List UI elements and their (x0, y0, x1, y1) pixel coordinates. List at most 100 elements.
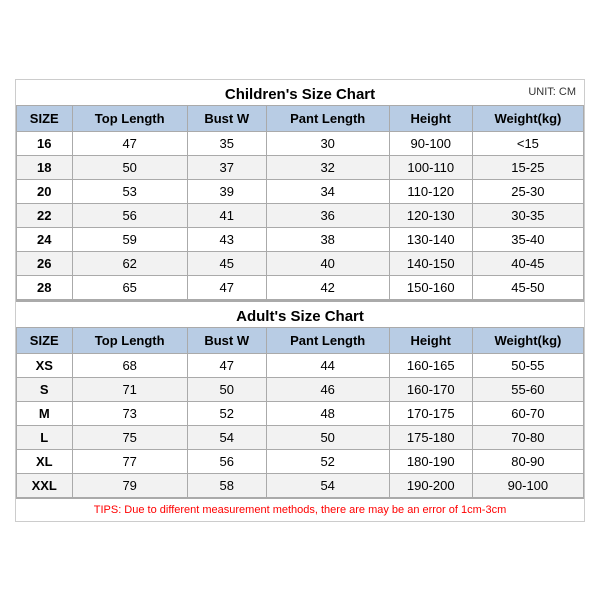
adult-header-pant-length: Pant Length (266, 327, 389, 353)
size-cell: 18 (17, 155, 73, 179)
children-section-title: Children's Size Chart UNIT: CM (16, 80, 584, 105)
data-cell: 15-25 (472, 155, 583, 179)
header-size: SIZE (17, 105, 73, 131)
children-title-text: Children's Size Chart (225, 86, 375, 103)
data-cell: 60-70 (472, 401, 583, 425)
adult-header-size: SIZE (17, 327, 73, 353)
data-cell: 48 (266, 401, 389, 425)
adult-table-row: XS684744160-16550-55 (17, 353, 584, 377)
data-cell: 90-100 (389, 131, 472, 155)
data-cell: 32 (266, 155, 389, 179)
data-cell: 30 (266, 131, 389, 155)
data-cell: 44 (266, 353, 389, 377)
size-cell: 28 (17, 275, 73, 299)
data-cell: 40-45 (472, 251, 583, 275)
size-cell: S (17, 377, 73, 401)
data-cell: 50 (72, 155, 187, 179)
data-cell: 52 (266, 449, 389, 473)
data-cell: 50-55 (472, 353, 583, 377)
size-cell: XL (17, 449, 73, 473)
children-table-row: 22564136120-13030-35 (17, 203, 584, 227)
data-cell: 47 (187, 275, 266, 299)
data-cell: 50 (266, 425, 389, 449)
size-cell: XXL (17, 473, 73, 497)
size-chart-container: Children's Size Chart UNIT: CM SIZE Top … (15, 79, 585, 522)
data-cell: 71 (72, 377, 187, 401)
size-cell: 22 (17, 203, 73, 227)
data-cell: 35 (187, 131, 266, 155)
data-cell: 180-190 (389, 449, 472, 473)
data-cell: 34 (266, 179, 389, 203)
data-cell: 42 (266, 275, 389, 299)
unit-label: UNIT: CM (528, 86, 576, 98)
data-cell: 53 (72, 179, 187, 203)
data-cell: 120-130 (389, 203, 472, 227)
size-cell: 24 (17, 227, 73, 251)
size-cell: M (17, 401, 73, 425)
data-cell: 47 (72, 131, 187, 155)
children-size-table: SIZE Top Length Bust W Pant Length Heigh… (16, 105, 584, 300)
adult-header-bust-w: Bust W (187, 327, 266, 353)
size-cell: XS (17, 353, 73, 377)
adult-table-row: XL775652180-19080-90 (17, 449, 584, 473)
children-table-row: 26624540140-15040-45 (17, 251, 584, 275)
data-cell: <15 (472, 131, 583, 155)
data-cell: 36 (266, 203, 389, 227)
data-cell: 58 (187, 473, 266, 497)
adult-table-row: M735248170-17560-70 (17, 401, 584, 425)
data-cell: 80-90 (472, 449, 583, 473)
adult-table-row: S715046160-17055-60 (17, 377, 584, 401)
children-header-row: SIZE Top Length Bust W Pant Length Heigh… (17, 105, 584, 131)
adult-table-row: XXL795854190-20090-100 (17, 473, 584, 497)
adult-header-top-length: Top Length (72, 327, 187, 353)
data-cell: 75 (72, 425, 187, 449)
adult-section-title: Adult's Size Chart (16, 300, 584, 327)
header-bust-w: Bust W (187, 105, 266, 131)
data-cell: 41 (187, 203, 266, 227)
data-cell: 62 (72, 251, 187, 275)
data-cell: 40 (266, 251, 389, 275)
header-weight: Weight(kg) (472, 105, 583, 131)
data-cell: 39 (187, 179, 266, 203)
data-cell: 130-140 (389, 227, 472, 251)
adult-size-table: SIZE Top Length Bust W Pant Length Heigh… (16, 327, 584, 498)
header-pant-length: Pant Length (266, 105, 389, 131)
adult-header-height: Height (389, 327, 472, 353)
adult-header-weight: Weight(kg) (472, 327, 583, 353)
data-cell: 175-180 (389, 425, 472, 449)
data-cell: 59 (72, 227, 187, 251)
data-cell: 54 (187, 425, 266, 449)
data-cell: 56 (187, 449, 266, 473)
adult-table-row: L755450175-18070-80 (17, 425, 584, 449)
data-cell: 160-165 (389, 353, 472, 377)
data-cell: 77 (72, 449, 187, 473)
data-cell: 140-150 (389, 251, 472, 275)
data-cell: 79 (72, 473, 187, 497)
data-cell: 38 (266, 227, 389, 251)
data-cell: 160-170 (389, 377, 472, 401)
data-cell: 30-35 (472, 203, 583, 227)
data-cell: 35-40 (472, 227, 583, 251)
data-cell: 46 (266, 377, 389, 401)
data-cell: 25-30 (472, 179, 583, 203)
tips-text: TIPS: Due to different measurement metho… (16, 498, 584, 521)
data-cell: 55-60 (472, 377, 583, 401)
adult-header-row: SIZE Top Length Bust W Pant Length Heigh… (17, 327, 584, 353)
data-cell: 73 (72, 401, 187, 425)
data-cell: 68 (72, 353, 187, 377)
header-height: Height (389, 105, 472, 131)
children-table-row: 18503732100-11015-25 (17, 155, 584, 179)
data-cell: 37 (187, 155, 266, 179)
data-cell: 47 (187, 353, 266, 377)
data-cell: 50 (187, 377, 266, 401)
size-cell: 16 (17, 131, 73, 155)
children-table-row: 20533934110-12025-30 (17, 179, 584, 203)
children-table-row: 28654742150-16045-50 (17, 275, 584, 299)
data-cell: 170-175 (389, 401, 472, 425)
data-cell: 110-120 (389, 179, 472, 203)
data-cell: 45 (187, 251, 266, 275)
size-cell: 20 (17, 179, 73, 203)
data-cell: 54 (266, 473, 389, 497)
adult-title-text: Adult's Size Chart (236, 308, 364, 325)
data-cell: 190-200 (389, 473, 472, 497)
